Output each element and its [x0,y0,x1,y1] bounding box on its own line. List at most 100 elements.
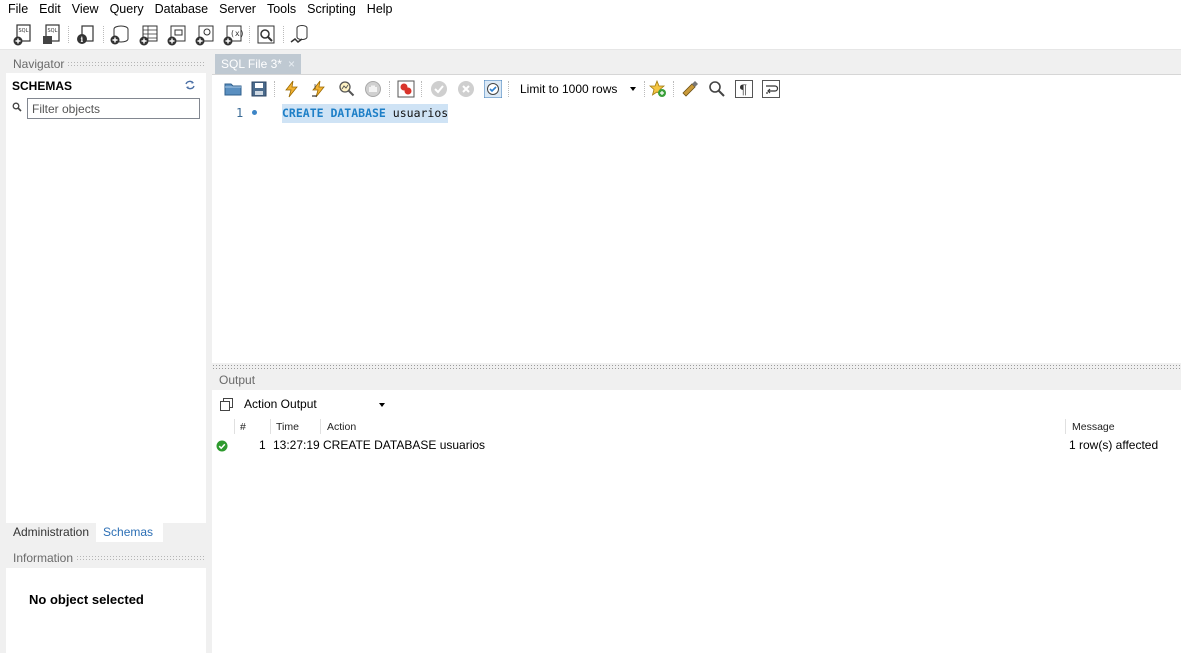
create-procedure-icon[interactable] [193,23,217,47]
editor-output-splitter[interactable] [212,363,1181,370]
add-snippet-icon[interactable] [649,80,667,98]
column-divider [270,419,271,434]
reconnect-icon[interactable] [288,23,312,47]
close-tab-icon[interactable]: × [288,57,295,71]
create-function-icon[interactable]: (x) [221,23,245,47]
toolbar-separator [508,81,509,97]
schemas-panel: SCHEMAS [6,73,206,523]
table-row-message: 1 row(s) affected [1069,438,1159,452]
editor-tab-strip: SQL File 3* × [212,50,1181,74]
navigator-header: Navigator [6,56,206,72]
open-sql-script-icon[interactable]: SQL [40,23,64,47]
column-header-action[interactable]: Action [327,420,356,434]
toolbar-separator [389,81,390,97]
menu-tools[interactable]: Tools [261,1,301,17]
explain-icon[interactable] [337,80,355,98]
toolbar-separator [274,81,275,97]
autocommit-toggle-icon[interactable] [484,80,502,98]
sql-keyword: CREATE DATABASE [282,106,386,120]
menu-query[interactable]: Query [104,1,149,17]
sql-editor[interactable]: 1 CREATE DATABASE usuarios [212,102,1181,363]
toolbar-separator [644,81,645,97]
table-row-action: CREATE DATABASE usuarios [323,438,486,452]
menu-bar: File Edit View Query Database Server Too… [0,0,1181,18]
find-replace-icon[interactable] [708,80,726,98]
svg-text:i: i [81,35,84,44]
header-grip [67,60,204,68]
open-file-icon[interactable] [224,80,242,98]
chevron-down-icon [630,87,636,91]
code-line[interactable]: CREATE DATABASE usuarios [282,104,449,123]
information-panel: No object selected [6,568,206,653]
column-header-time[interactable]: Time [276,420,299,434]
save-icon[interactable] [250,80,268,98]
sql-identifier: usuarios [392,106,449,120]
information-header: Information [6,550,206,566]
column-divider [234,419,235,434]
column-divider [320,419,321,434]
tab-schemas[interactable]: Schemas [96,523,164,542]
inspector-icon[interactable]: i [74,23,98,47]
header-grip [76,554,204,562]
search-table-data-icon[interactable] [254,23,278,47]
svg-text:(x): (x) [230,29,244,38]
commit-icon[interactable] [430,80,448,98]
toolbar-separator [283,26,284,43]
output-type-select[interactable]: Action Output [239,396,389,413]
word-wrap-icon[interactable] [762,80,780,98]
tab-administration[interactable]: Administration [6,523,97,542]
new-sql-tab-icon[interactable]: SQL [11,23,35,47]
menu-scripting[interactable]: Scripting [301,1,361,17]
toggle-stop-on-error-icon[interactable] [397,80,415,98]
search-icon [12,102,22,112]
menu-help[interactable]: Help [361,1,398,17]
menu-edit[interactable]: Edit [33,1,66,17]
statement-marker-icon [252,110,257,115]
menu-file[interactable]: File [0,1,33,17]
svg-text:SQL: SQL [19,28,29,34]
chevron-down-icon [379,403,385,407]
toolbar-separator [421,81,422,97]
menu-database[interactable]: Database [149,1,214,17]
create-schema-icon[interactable] [108,23,132,47]
column-divider [1065,419,1066,434]
toolbar-separator [673,81,674,97]
copy-icon[interactable] [220,398,233,411]
svg-text:SQL: SQL [48,28,58,34]
toolbar-separator [68,26,69,43]
output-type-value: Action Output [244,397,317,411]
execute-current-statement-icon[interactable]: I [310,80,328,98]
line-number: 1 [236,106,244,120]
schemas-title: SCHEMAS [12,79,73,93]
toolbar-separator [103,26,104,43]
limit-rows-select[interactable]: Limit to 1000 rows [514,80,638,98]
success-check-icon [216,440,228,452]
stop-icon[interactable] [364,80,382,98]
tab-sql-file-label: SQL File 3* [221,57,282,71]
column-header-number[interactable]: # [240,420,246,434]
execute-icon[interactable] [283,80,301,98]
no-object-selected-text: No object selected [29,592,144,607]
toolbar-separator [249,26,250,43]
output-title: Output [219,373,256,387]
refresh-icon[interactable] [184,80,196,90]
rollback-icon[interactable] [457,80,475,98]
create-view-icon[interactable] [165,23,189,47]
sql-editor-toolbar: I Limit to 1000 rows ¶ [212,74,1181,102]
table-row-number: 1 [259,438,266,452]
beautify-icon[interactable] [681,80,699,98]
svg-text:I: I [314,83,316,91]
tab-sql-file[interactable]: SQL File 3* × [215,54,301,74]
invisible-characters-icon[interactable]: ¶ [735,80,753,98]
create-table-icon[interactable] [137,23,161,47]
output-header: Output [212,370,1181,390]
menu-view[interactable]: View [66,1,104,17]
menu-server[interactable]: Server [213,1,261,17]
information-title: Information [13,551,74,565]
navigator-tabs: Administration Schemas [6,523,206,542]
main-toolbar: SQL SQL i (x) [0,18,1181,50]
output-panel: Action Output # Time Action Message 1 13… [212,390,1181,653]
svg-text:¶: ¶ [739,83,747,98]
column-header-message[interactable]: Message [1072,420,1115,434]
filter-objects-input[interactable] [27,98,200,119]
